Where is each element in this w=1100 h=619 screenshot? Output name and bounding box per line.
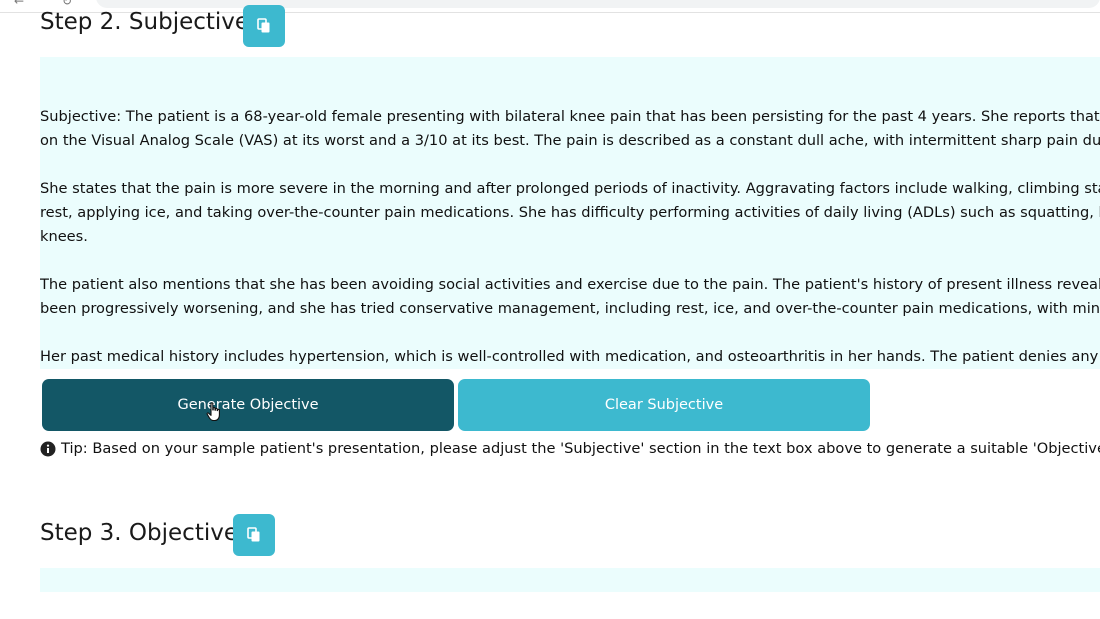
step2-title: Step 2. Subjective bbox=[40, 9, 250, 35]
generate-objective-button[interactable]: Generate Objective bbox=[42, 379, 454, 431]
subjective-paragraph-2: She states that the pain is more severe … bbox=[40, 180, 1100, 245]
tip-row: Tip: Based on your sample patient's pres… bbox=[40, 440, 1100, 457]
reload-icon[interactable]: ↻ bbox=[62, 0, 72, 8]
subjective-textbox[interactable]: Subjective: The patient is a 68-year-old… bbox=[40, 57, 1100, 369]
copy-objective-button[interactable] bbox=[233, 514, 275, 556]
subjective-paragraph-4: Her past medical history includes hypert… bbox=[40, 348, 1100, 365]
subjective-text: Subjective: The patient is a 68-year-old… bbox=[40, 105, 1100, 369]
copy-subjective-button[interactable] bbox=[243, 5, 285, 47]
copy-icon bbox=[247, 527, 260, 542]
subjective-paragraph-3: The patient also mentions that she has b… bbox=[40, 276, 1100, 317]
info-circle-icon bbox=[40, 441, 56, 457]
copy-icon bbox=[257, 18, 270, 33]
subjective-paragraph-1: Subjective: The patient is a 68-year-old… bbox=[40, 108, 1100, 149]
step3-title: Step 3. Objective bbox=[40, 520, 238, 546]
clear-subjective-button[interactable]: Clear Subjective bbox=[458, 379, 870, 431]
back-icon[interactable]: ← bbox=[14, 0, 24, 8]
tip-text: Tip: Based on your sample patient's pres… bbox=[61, 440, 1100, 457]
objective-textbox[interactable] bbox=[40, 568, 1100, 592]
